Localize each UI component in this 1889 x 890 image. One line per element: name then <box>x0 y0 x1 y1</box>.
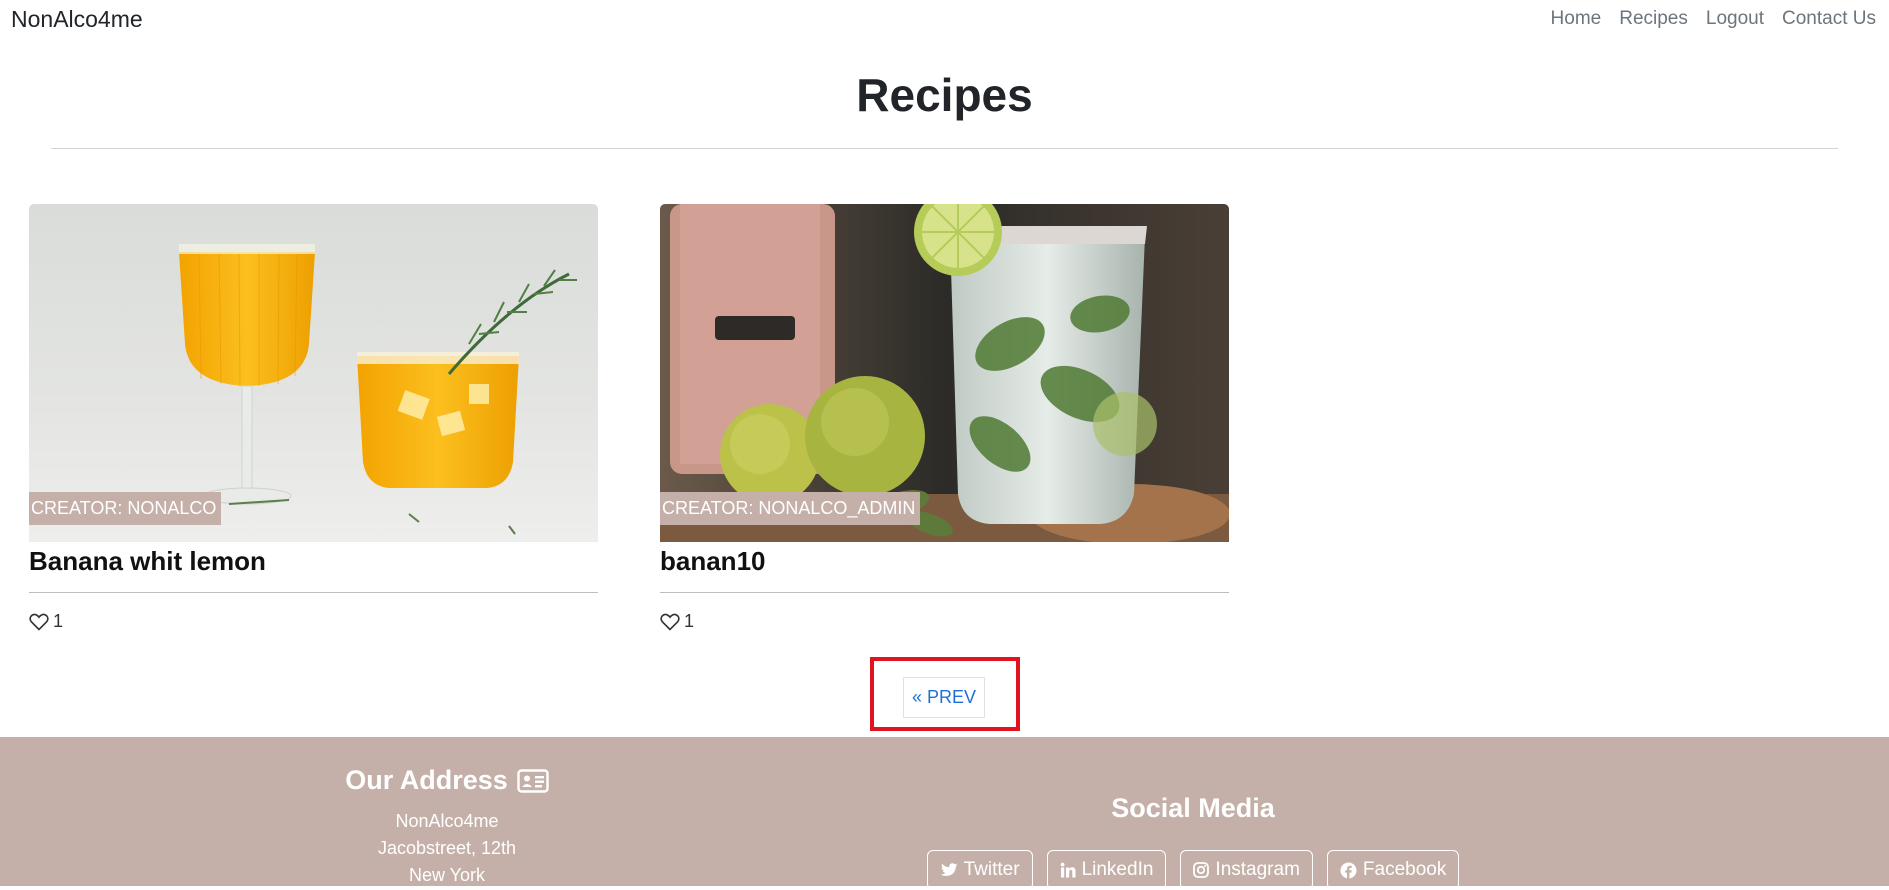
footer: Our Address NonAlco4me Jacobstreet, 12th… <box>0 737 1889 890</box>
navbar: NonAlco4me Home Recipes Logout Contact U… <box>0 0 1889 40</box>
instagram-icon <box>1193 862 1210 878</box>
nav-contact-link[interactable]: Contact Us <box>1782 8 1876 30</box>
creator-badge: CREATOR: NONALCO_ADMIN <box>660 492 921 525</box>
likes: 1 <box>660 611 1229 632</box>
linkedin-label: LinkedIn <box>1081 859 1154 880</box>
instagram-button[interactable]: Instagram <box>1180 850 1313 890</box>
nav-recipes-link[interactable]: Recipes <box>1619 8 1688 30</box>
address-line: New York <box>408 865 486 885</box>
likes-count: 1 <box>684 611 695 631</box>
recipe-image[interactable]: CREATOR: NONALCO_ADMIN <box>660 204 1229 542</box>
page-title: Recipes <box>856 69 1033 121</box>
recipe-title[interactable]: banan10 <box>660 542 1229 586</box>
facebook-button[interactable]: Facebook <box>1326 850 1460 890</box>
facebook-label: Facebook <box>1362 859 1447 880</box>
social-section: Social Media Twitter LinkedIn Instagram … <box>893 793 1493 890</box>
recipe-image[interactable]: CREATOR: NONALCO <box>29 204 598 542</box>
likes-count: 1 <box>53 611 64 631</box>
address-lines: NonAlco4me Jacobstreet, 12th New York <box>247 808 647 889</box>
heart-icon[interactable] <box>660 613 680 631</box>
recipe-title[interactable]: Banana whit lemon <box>29 542 598 586</box>
brand-logo[interactable]: NonAlco4me <box>11 6 143 33</box>
recipe-card[interactable]: CREATOR: NONALCO Banana whit lemon 1 <box>29 204 598 632</box>
nav-links: Home Recipes Logout Contact Us <box>1551 8 1876 30</box>
nav-home-link[interactable]: Home <box>1551 8 1602 30</box>
facebook-icon <box>1340 862 1357 879</box>
card-divider <box>660 592 1229 593</box>
address-section: Our Address NonAlco4me Jacobstreet, 12th… <box>247 765 647 889</box>
twitter-icon <box>940 862 958 876</box>
heart-icon[interactable] <box>29 613 49 631</box>
linkedin-button[interactable]: LinkedIn <box>1046 850 1167 890</box>
card-divider <box>29 592 598 593</box>
title-divider <box>51 148 1838 149</box>
address-line: NonAlco4me <box>395 811 499 831</box>
prev-page-button[interactable]: « PREV <box>903 677 985 718</box>
instagram-label: Instagram <box>1215 859 1300 880</box>
nav-logout-link[interactable]: Logout <box>1706 8 1764 30</box>
address-heading-text: Our Address <box>345 765 508 795</box>
twitter-label: Twitter <box>963 859 1020 880</box>
twitter-button[interactable]: Twitter <box>926 850 1033 890</box>
social-buttons: Twitter LinkedIn Instagram Facebook <box>893 850 1493 890</box>
likes: 1 <box>29 611 598 632</box>
social-heading: Social Media <box>1111 793 1275 823</box>
address-heading: Our Address <box>247 765 647 796</box>
address-card-icon <box>517 768 549 793</box>
recipe-card[interactable]: CREATOR: NONALCO_ADMIN banan10 1 <box>660 204 1229 632</box>
linkedin-icon <box>1060 862 1076 878</box>
creator-badge: CREATOR: NONALCO <box>29 492 222 525</box>
address-line: Jacobstreet, 12th <box>377 838 517 858</box>
